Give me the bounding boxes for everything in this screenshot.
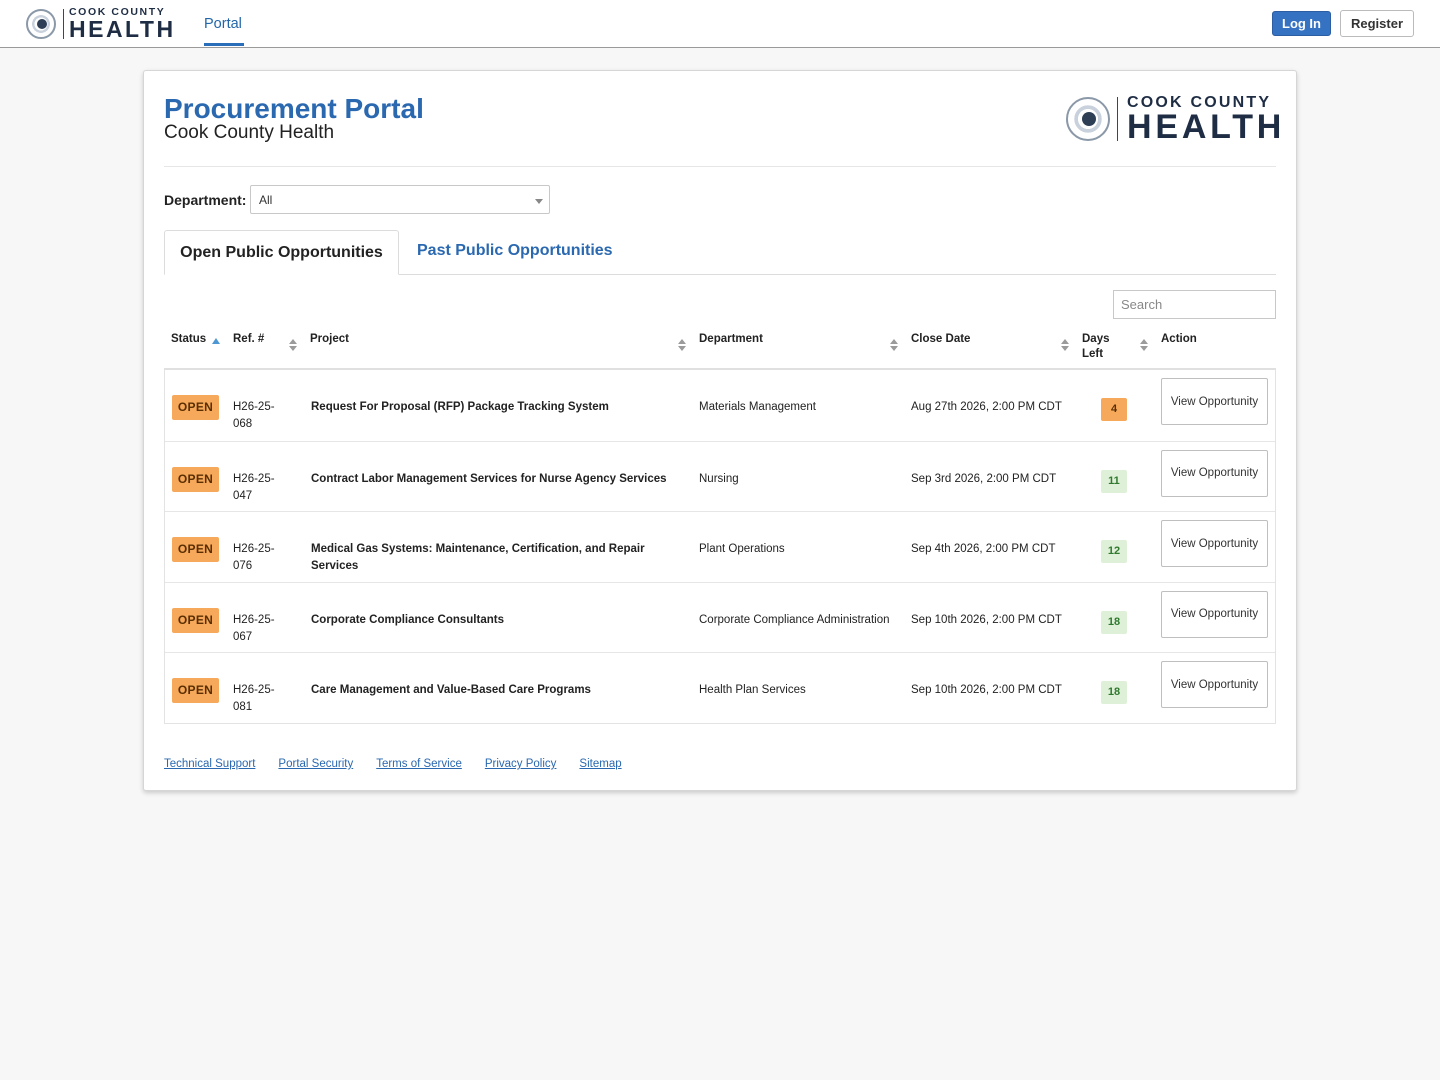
opportunities-table: Status Ref. # Project Department Close D… bbox=[164, 327, 1276, 724]
brand-big-text: HEALTH bbox=[69, 16, 176, 42]
department-label: Department: bbox=[164, 192, 247, 208]
ref-number: H26-25-081 bbox=[233, 684, 275, 714]
ref-number: H26-25-067 bbox=[233, 613, 275, 643]
table-header: Status Ref. # Project Department Close D… bbox=[164, 327, 1276, 370]
search-input[interactable] bbox=[1113, 290, 1276, 319]
page-title: Procurement Portal bbox=[164, 93, 424, 124]
project-name: Contract Labor Management Services for N… bbox=[311, 472, 667, 485]
logo-big-text: HEALTH bbox=[1127, 108, 1286, 146]
ref-number: H26-25-068 bbox=[233, 401, 275, 430]
brand-logo[interactable]: COOK COUNTY HEALTH bbox=[26, 7, 176, 42]
days-left-badge: 12 bbox=[1101, 540, 1127, 564]
close-date: Sep 10th 2026, 2:00 PM CDT bbox=[911, 684, 1062, 697]
department-name: Health Plan Services bbox=[699, 684, 806, 697]
days-left-badge: 11 bbox=[1101, 469, 1127, 493]
ref-number: H26-25-047 bbox=[233, 472, 275, 502]
tab-past-opportunities[interactable]: Past Public Opportunities bbox=[417, 242, 613, 260]
footer-link-sitemap[interactable]: Sitemap bbox=[579, 758, 621, 770]
header-project[interactable]: Project bbox=[310, 332, 349, 347]
department-name: Corporate Compliance Administration bbox=[699, 613, 890, 626]
close-date: Sep 4th 2026, 2:00 PM CDT bbox=[911, 543, 1056, 556]
ref-number: H26-25-076 bbox=[233, 543, 275, 573]
footer-link-privacy-policy[interactable]: Privacy Policy bbox=[485, 758, 557, 770]
login-button[interactable]: Log In bbox=[1272, 11, 1331, 36]
header-ref[interactable]: Ref. # bbox=[233, 332, 264, 347]
county-seal-icon bbox=[26, 8, 56, 39]
close-date: Aug 27th 2026, 2:00 PM CDT bbox=[911, 401, 1062, 413]
brand-divider bbox=[1117, 97, 1118, 141]
table-row: OPEN H26-25-067 Corporate Compliance Con… bbox=[165, 581, 1275, 653]
project-name: Request For Proposal (RFP) Package Track… bbox=[311, 401, 609, 413]
view-opportunity-button[interactable]: View Opportunity bbox=[1161, 590, 1268, 638]
close-date: Sep 10th 2026, 2:00 PM CDT bbox=[911, 613, 1062, 626]
view-opportunity-button[interactable]: View Opportunity bbox=[1161, 449, 1268, 497]
register-button[interactable]: Register bbox=[1340, 10, 1414, 37]
department-select-value: All bbox=[259, 193, 273, 207]
department-name: Materials Management bbox=[699, 401, 816, 413]
status-badge: OPEN bbox=[172, 607, 219, 633]
sort-icon[interactable] bbox=[1061, 339, 1069, 353]
page-subtitle: Cook County Health bbox=[164, 122, 335, 143]
footer-link-terms-of-service[interactable]: Terms of Service bbox=[376, 758, 462, 770]
card-brand-logo: COOK COUNTY HEALTH bbox=[1066, 95, 1286, 146]
status-badge: OPEN bbox=[172, 466, 219, 492]
table-row: OPEN H26-25-047 Contract Labor Managemen… bbox=[165, 440, 1275, 512]
brand-wordmark: COOK COUNTY HEALTH bbox=[1127, 95, 1286, 146]
header-close-date[interactable]: Close Date bbox=[911, 332, 970, 347]
table-row: OPEN H26-25-076 Medical Gas Systems: Mai… bbox=[165, 511, 1275, 582]
days-left-badge: 18 bbox=[1101, 610, 1127, 634]
header-action: Action bbox=[1161, 333, 1197, 345]
close-date: Sep 3rd 2026, 2:00 PM CDT bbox=[911, 472, 1057, 485]
view-opportunity-button[interactable]: View Opportunity bbox=[1161, 520, 1268, 568]
department-name: Plant Operations bbox=[699, 543, 785, 556]
brand-wordmark: COOK COUNTY HEALTH bbox=[69, 7, 176, 42]
footer-link-technical-support[interactable]: Technical Support bbox=[164, 758, 255, 770]
status-badge: OPEN bbox=[172, 395, 219, 420]
project-name: Medical Gas Systems: Maintenance, Certif… bbox=[311, 543, 645, 573]
header-days-left[interactable]: Days Left bbox=[1082, 332, 1122, 362]
sort-icon[interactable] bbox=[289, 339, 297, 353]
department-select[interactable]: All bbox=[250, 185, 550, 214]
view-opportunity-button[interactable]: View Opportunity bbox=[1161, 661, 1268, 709]
status-badge: OPEN bbox=[172, 678, 219, 704]
days-left-badge: 18 bbox=[1101, 681, 1127, 705]
table-body: OPEN H26-25-068 Request For Proposal (RF… bbox=[164, 370, 1276, 724]
brand-divider bbox=[63, 8, 64, 39]
chevron-down-icon bbox=[535, 199, 543, 204]
county-seal-icon bbox=[1066, 97, 1110, 141]
procurement-card: Procurement Portal Cook County Health CO… bbox=[143, 70, 1297, 791]
table-row: OPEN H26-25-068 Request For Proposal (RF… bbox=[165, 370, 1275, 441]
project-name: Corporate Compliance Consultants bbox=[311, 613, 504, 626]
footer-link-portal-security[interactable]: Portal Security bbox=[278, 758, 353, 770]
header-divider bbox=[164, 166, 1276, 167]
days-left-badge: 4 bbox=[1101, 398, 1127, 421]
view-opportunity-button[interactable]: View Opportunity bbox=[1161, 378, 1268, 425]
project-name: Care Management and Value-Based Care Pro… bbox=[311, 684, 591, 697]
status-badge: OPEN bbox=[172, 537, 219, 563]
header-department[interactable]: Department bbox=[699, 332, 763, 347]
tab-open-opportunities[interactable]: Open Public Opportunities bbox=[164, 230, 399, 275]
footer-links: Technical Support Portal Security Terms … bbox=[164, 758, 622, 770]
department-name: Nursing bbox=[699, 472, 739, 485]
sort-icon[interactable] bbox=[1140, 339, 1148, 353]
header-status[interactable]: Status bbox=[171, 332, 206, 347]
nav-active-indicator bbox=[204, 43, 244, 46]
sort-ascending-icon[interactable] bbox=[212, 338, 220, 344]
sort-icon[interactable] bbox=[890, 339, 898, 353]
table-row: OPEN H26-25-081 Care Management and Valu… bbox=[165, 652, 1275, 723]
sort-icon[interactable] bbox=[678, 339, 686, 353]
nav-portal-link[interactable]: Portal bbox=[204, 16, 242, 32]
top-navbar: COOK COUNTY HEALTH Portal Log In Registe… bbox=[0, 0, 1440, 48]
